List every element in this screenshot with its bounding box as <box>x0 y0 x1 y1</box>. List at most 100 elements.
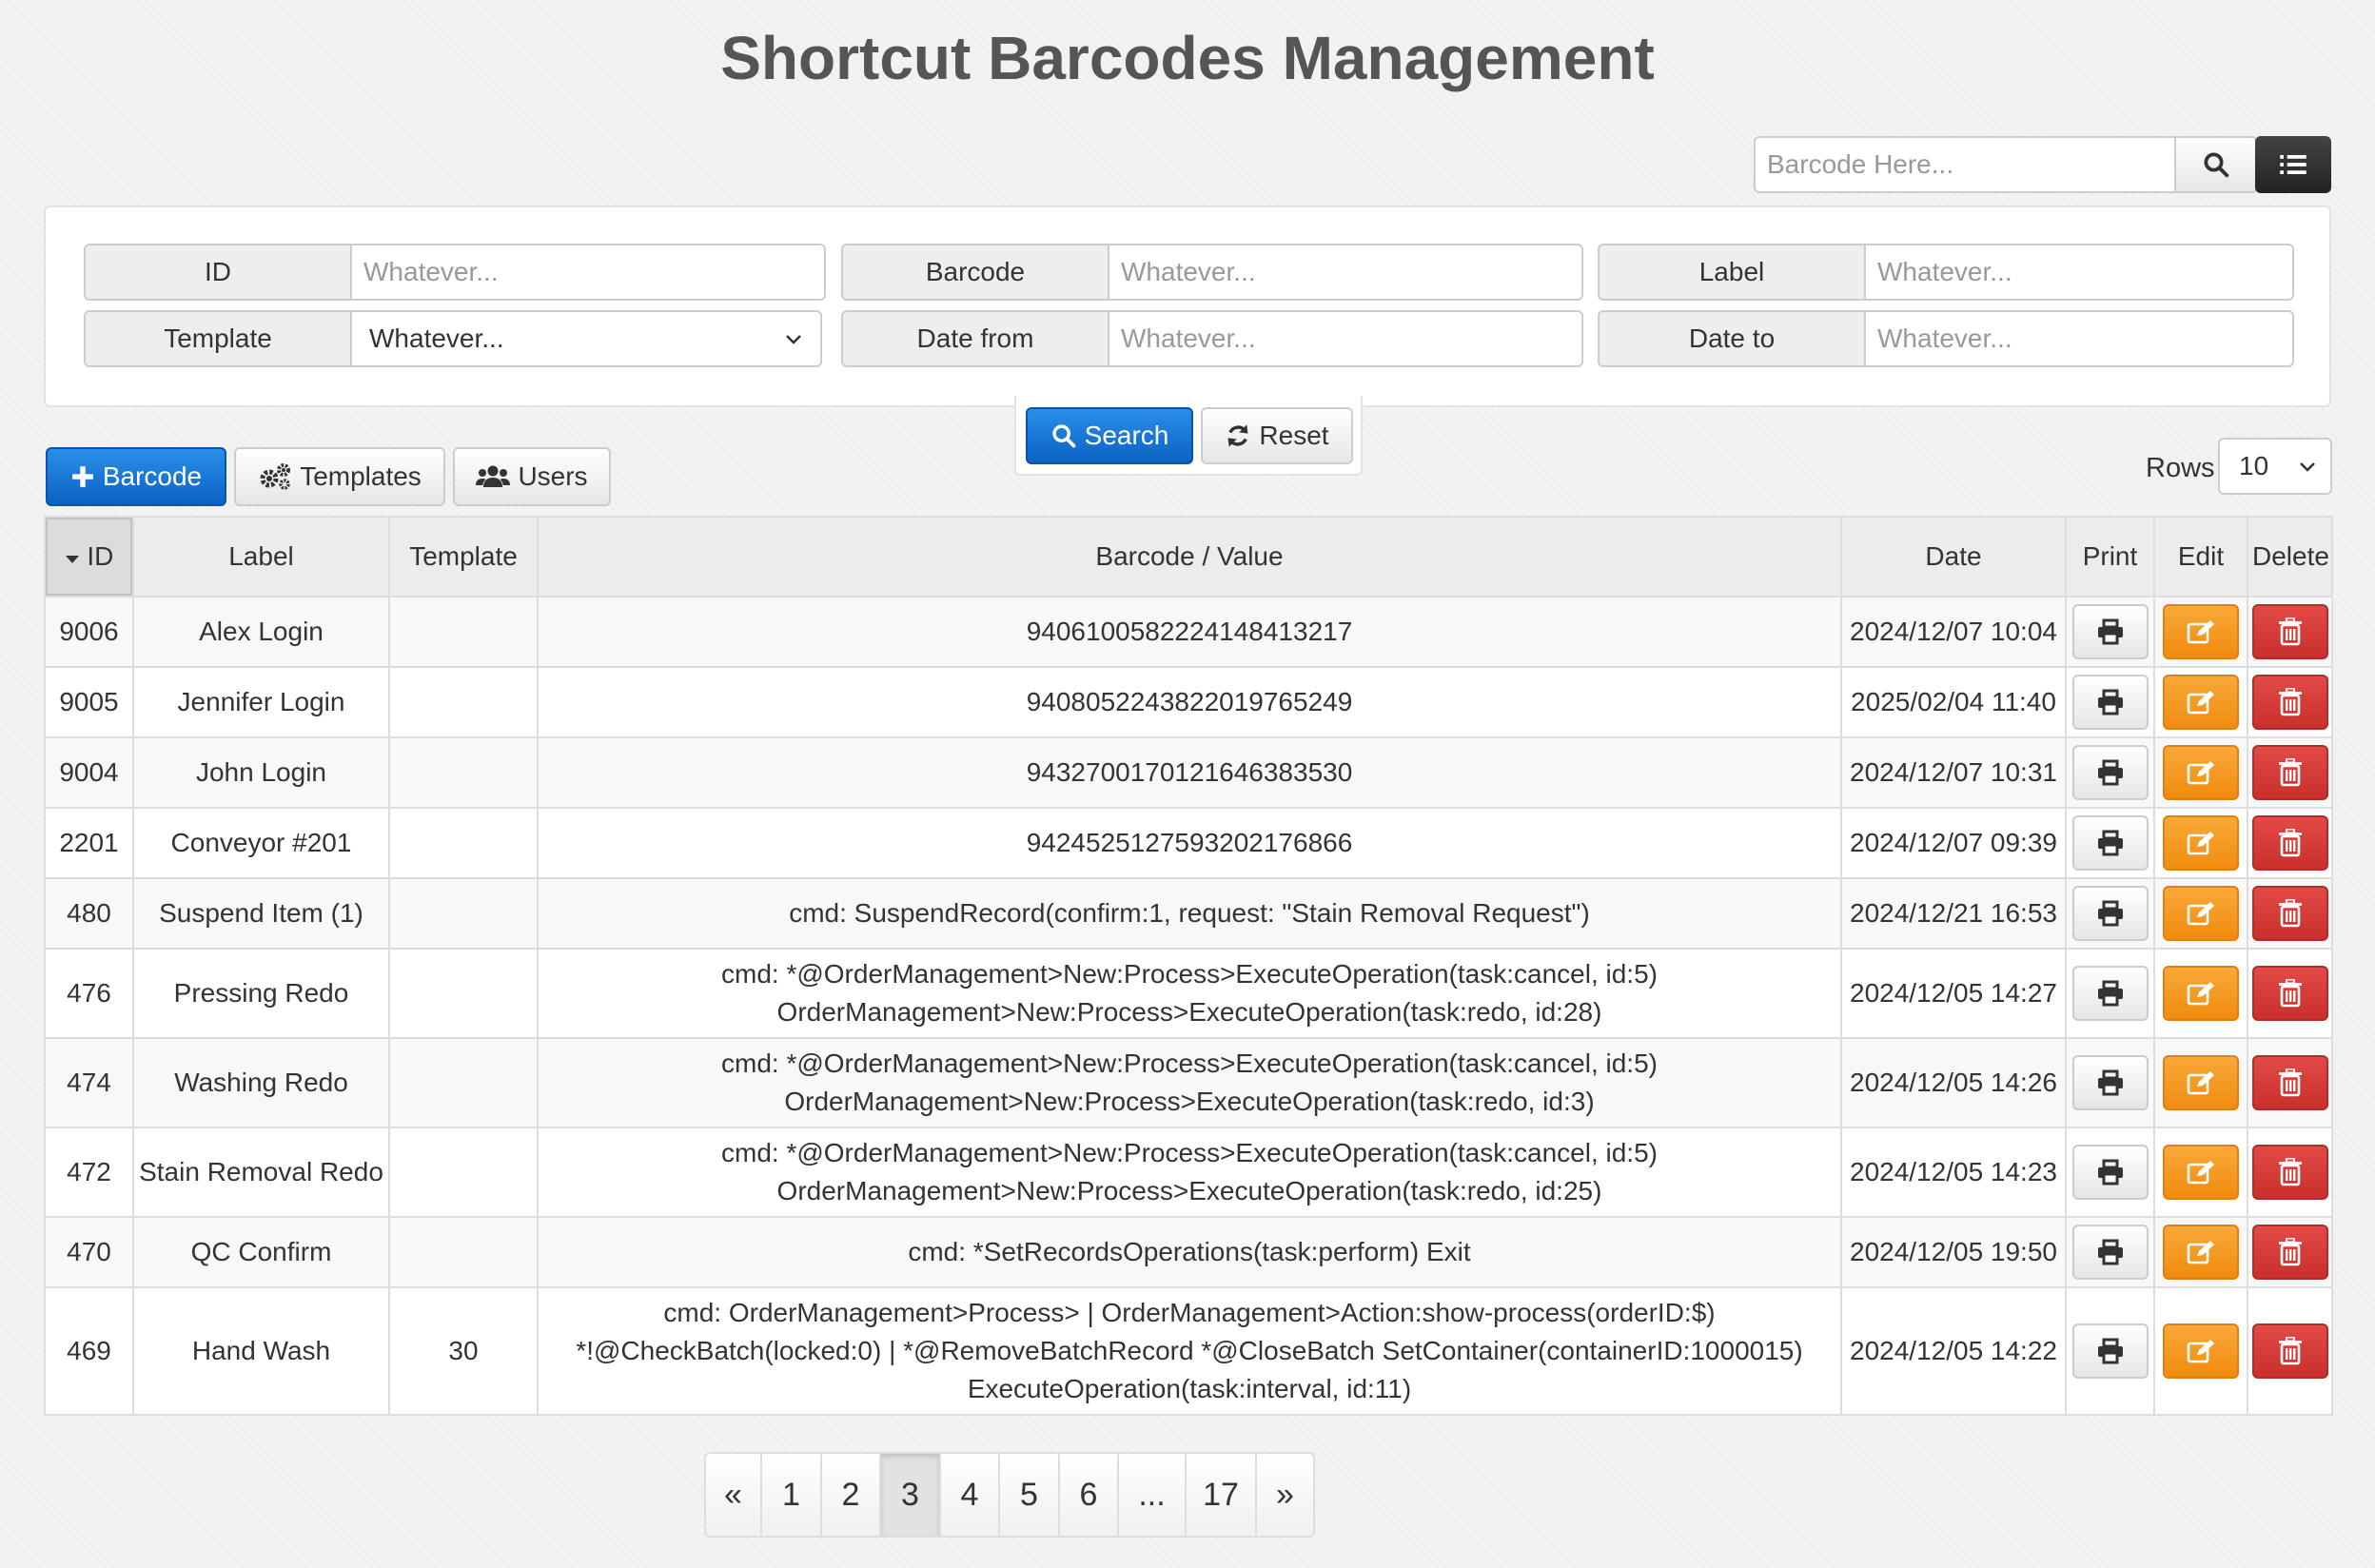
filter-date-from: Date from Whatever... <box>841 310 1583 367</box>
print-button[interactable] <box>2071 886 2149 941</box>
edit-button[interactable] <box>2163 604 2239 659</box>
filter-template-select[interactable]: Whatever... <box>350 310 822 367</box>
print-icon <box>2097 1159 2123 1186</box>
page-3[interactable]: 3 <box>881 1452 941 1538</box>
page-1[interactable]: 1 <box>762 1452 822 1538</box>
cell-print <box>2065 596 2155 668</box>
page-17[interactable]: 17 <box>1187 1452 1257 1538</box>
trash-icon <box>2279 688 2302 716</box>
print-button[interactable] <box>2071 1225 2149 1280</box>
cell-label: Suspend Item (1) <box>132 877 390 950</box>
cell-label: John Login <box>132 736 390 809</box>
edit-icon <box>2187 1071 2214 1095</box>
delete-button[interactable] <box>2252 815 2328 871</box>
header-print: Print <box>2065 516 2155 598</box>
cell-date: 2025/02/04 11:40 <box>1840 666 2067 738</box>
table-row: 469 Hand Wash 30 cmd: OrderManagement>Proce… <box>44 1286 2333 1416</box>
cell-print <box>2065 736 2155 809</box>
print-button[interactable] <box>2071 675 2149 730</box>
filter-date-to-label: Date to <box>1598 310 1864 367</box>
filter-id-label: ID <box>84 244 350 301</box>
cell-delete <box>2247 666 2333 738</box>
delete-button[interactable] <box>2252 1145 2328 1200</box>
list-menu-button[interactable] <box>2255 136 2331 193</box>
templates-button[interactable]: Templates <box>234 447 445 506</box>
edit-button[interactable] <box>2163 1145 2239 1200</box>
header-template[interactable]: Template <box>388 516 539 598</box>
print-button[interactable] <box>2071 1323 2149 1379</box>
cell-label: Washing Redo <box>132 1037 390 1128</box>
delete-button[interactable] <box>2252 966 2328 1021</box>
print-button[interactable] <box>2071 1055 2149 1110</box>
barcode-search-input[interactable] <box>1754 136 2174 193</box>
edit-button[interactable] <box>2163 1225 2239 1280</box>
filter-barcode-input[interactable]: Whatever... <box>1108 244 1583 301</box>
cell-edit <box>2153 736 2248 809</box>
delete-button[interactable] <box>2252 1323 2328 1379</box>
filter-label-input[interactable]: Whatever... <box>1864 244 2294 301</box>
chevron-down-icon <box>2300 462 2315 472</box>
print-button[interactable] <box>2071 604 2149 659</box>
rows-select[interactable]: 10 <box>2218 438 2332 495</box>
filter-date-to-input[interactable]: Whatever... <box>1864 310 2294 367</box>
cell-label: Conveyor #201 <box>132 807 390 879</box>
cell-id: 9004 <box>44 736 134 809</box>
reset-button[interactable]: Reset <box>1201 407 1353 464</box>
print-icon <box>2097 1338 2123 1364</box>
cell-template <box>388 877 539 950</box>
edit-button[interactable] <box>2163 966 2239 1021</box>
edit-button[interactable] <box>2163 1055 2239 1110</box>
delete-button[interactable] <box>2252 675 2328 730</box>
page-title: Shortcut Barcodes Management <box>720 24 1655 92</box>
templates-label: Templates <box>300 461 422 491</box>
cell-date: 2024/12/05 14:26 <box>1840 1037 2067 1128</box>
print-button[interactable] <box>2071 1145 2149 1200</box>
header-id-label: ID <box>87 541 114 571</box>
edit-icon <box>2187 620 2214 644</box>
cell-value: cmd: SuspendRecord(confirm:1, request: "… <box>537 877 1842 950</box>
cell-value-line: cmd: *@OrderManagement>New:Process>Execu… <box>721 959 1658 989</box>
edit-button[interactable] <box>2163 815 2239 871</box>
rows-label: Rows <box>2146 453 2215 483</box>
filter-barcode-label: Barcode <box>841 244 1108 301</box>
page-2[interactable]: 2 <box>822 1452 881 1538</box>
cell-value-line: 9424525127593202176866 <box>1026 828 1353 857</box>
cell-id: 476 <box>44 948 134 1039</box>
edit-button[interactable] <box>2163 886 2239 941</box>
header-label[interactable]: Label <box>132 516 390 598</box>
delete-button[interactable] <box>2252 1225 2328 1280</box>
cell-id: 469 <box>44 1286 134 1416</box>
print-button[interactable] <box>2071 745 2149 800</box>
delete-button[interactable] <box>2252 604 2328 659</box>
filter-label: Label Whatever... <box>1598 244 2294 301</box>
page-4[interactable]: 4 <box>941 1452 1000 1538</box>
add-barcode-label: Barcode <box>102 461 203 491</box>
edit-button[interactable] <box>2163 1323 2239 1379</box>
print-button[interactable] <box>2071 966 2149 1021</box>
filter-date-from-input[interactable]: Whatever... <box>1108 310 1583 367</box>
cell-id: 9005 <box>44 666 134 738</box>
pagination-next[interactable]: » <box>1257 1452 1315 1538</box>
users-button[interactable]: Users <box>453 447 611 506</box>
page-6[interactable]: 6 <box>1060 1452 1119 1538</box>
header-id[interactable]: ID <box>44 516 134 598</box>
add-barcode-button[interactable]: Barcode <box>46 447 226 506</box>
search-button[interactable]: Search <box>1026 407 1193 464</box>
delete-button[interactable] <box>2252 1055 2328 1110</box>
pagination-prev[interactable]: « <box>704 1452 762 1538</box>
filter-id-input[interactable]: Whatever... <box>350 244 826 301</box>
delete-button[interactable] <box>2252 886 2328 941</box>
filter-date-from-label: Date from <box>841 310 1108 367</box>
list-icon <box>2280 155 2306 174</box>
delete-button[interactable] <box>2252 745 2328 800</box>
table-row: 474 Washing Redo cmd: *@OrderManagement>Ne… <box>44 1037 2333 1128</box>
page-5[interactable]: 5 <box>1000 1452 1060 1538</box>
barcode-search-button[interactable] <box>2174 136 2258 193</box>
edit-button[interactable] <box>2163 675 2239 730</box>
edit-button[interactable] <box>2163 745 2239 800</box>
header-date[interactable]: Date <box>1840 516 2067 598</box>
cell-label: Pressing Redo <box>132 948 390 1039</box>
trash-icon <box>2279 979 2302 1008</box>
header-barcode[interactable]: Barcode / Value <box>537 516 1842 598</box>
print-button[interactable] <box>2071 815 2149 871</box>
